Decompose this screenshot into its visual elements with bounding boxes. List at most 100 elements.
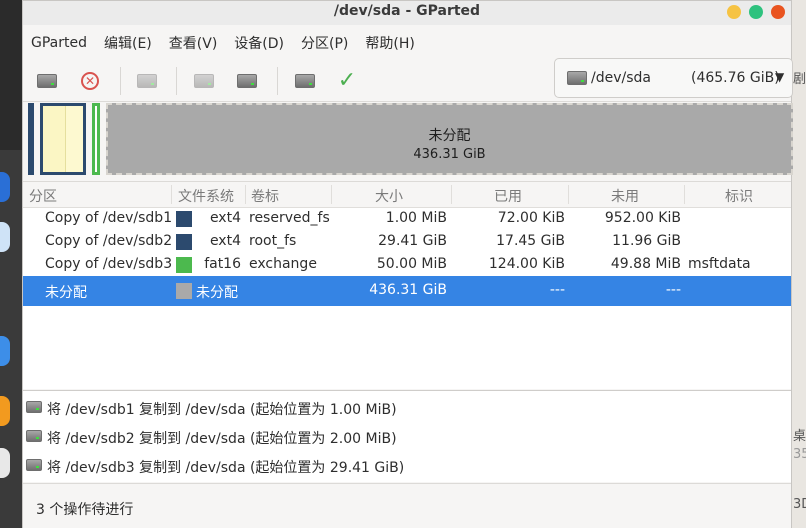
partition-flags: msftdata bbox=[688, 256, 751, 272]
column-separator bbox=[171, 185, 172, 204]
checkmark-icon: ✓ bbox=[337, 68, 357, 93]
partition-filesystem: 未分配 bbox=[196, 285, 238, 301]
list-item[interactable]: 将 /dev/sdb1 复制到 /dev/sda (起始位置为 1.00 MiB… bbox=[23, 393, 791, 422]
status-bar: 3 个操作待进行 bbox=[23, 483, 791, 528]
table-row-selected[interactable]: 未分配 未分配 436.31 GiB --- --- bbox=[23, 276, 791, 306]
partition-size: 50.00 MiB bbox=[376, 256, 447, 272]
maximize-button[interactable] bbox=[749, 5, 763, 19]
column-separator bbox=[684, 185, 685, 204]
disk-map-unallocated[interactable]: 未分配 436.31 GiB bbox=[106, 103, 793, 175]
new-partition-button[interactable] bbox=[35, 69, 59, 93]
pending-operations-status: 3 个操作待进行 bbox=[36, 502, 134, 518]
drive-icon bbox=[567, 71, 587, 85]
table-header: 分区 文件系统 卷标 大小 已用 未用 标识 bbox=[23, 182, 791, 208]
close-button[interactable] bbox=[771, 5, 785, 19]
column-header-used[interactable]: 已用 bbox=[494, 186, 522, 206]
window-title: /dev/sda - GParted bbox=[333, 3, 481, 19]
operation-text: 将 /dev/sdb2 复制到 /dev/sda (起始位置为 2.00 MiB… bbox=[47, 431, 397, 447]
partition-size: 1.00 MiB bbox=[385, 210, 447, 226]
partition-unused: --- bbox=[665, 282, 681, 298]
drive-icon bbox=[137, 74, 157, 88]
partition-label: exchange bbox=[249, 256, 317, 272]
dock-app-icon[interactable] bbox=[0, 222, 10, 252]
disk-map-used-area bbox=[43, 106, 66, 172]
disk-map: 未分配 436.31 GiB bbox=[26, 103, 793, 175]
menu-bar: GParted 编辑(E) 查看(V) 设备(D) 分区(P) 帮助(H) bbox=[23, 25, 791, 61]
drive-icon bbox=[295, 74, 315, 88]
column-separator bbox=[245, 185, 246, 204]
partition-table: 分区 文件系统 卷标 大小 已用 未用 标识 Copy of /dev/sdb1… bbox=[23, 181, 791, 389]
minimize-button[interactable] bbox=[727, 5, 741, 19]
apply-button[interactable]: ✓ bbox=[335, 69, 359, 93]
partition-used: 72.00 KiB bbox=[497, 210, 565, 226]
desktop-background: 剧 桌 35 3D bbox=[792, 0, 806, 528]
column-separator bbox=[451, 185, 452, 204]
partition-name: Copy of /dev/sdb2 bbox=[45, 233, 173, 249]
desktop-text-fragment: 剧 bbox=[793, 72, 806, 87]
drive-icon bbox=[37, 74, 57, 88]
column-separator bbox=[568, 185, 569, 204]
unallocated-size: 436.31 GiB bbox=[413, 147, 486, 162]
desktop-text-fragment: 桌 bbox=[793, 429, 806, 444]
paste-button[interactable] bbox=[235, 69, 259, 93]
device-selector[interactable]: /dev/sda (465.76 GiB) ▼ bbox=[554, 58, 793, 98]
partition-filesystem: ext4 bbox=[209, 210, 241, 226]
gparted-window: /dev/sda - GParted GParted 编辑(E) 查看(V) 设… bbox=[22, 0, 793, 528]
column-header-flags[interactable]: 标识 bbox=[725, 186, 753, 206]
filesystem-color-swatch bbox=[176, 234, 192, 250]
drive-icon bbox=[194, 74, 214, 88]
list-item[interactable]: 将 /dev/sdb3 复制到 /dev/sda (起始位置为 29.41 Gi… bbox=[23, 451, 791, 480]
partition-label: root_fs bbox=[249, 233, 297, 249]
partition-name: Copy of /dev/sdb3 bbox=[45, 256, 173, 272]
operation-text: 将 /dev/sdb1 复制到 /dev/sda (起始位置为 1.00 MiB… bbox=[47, 402, 397, 418]
partition-unused: 11.96 GiB bbox=[612, 233, 681, 249]
list-item[interactable]: 将 /dev/sdb2 复制到 /dev/sda (起始位置为 2.00 MiB… bbox=[23, 422, 791, 451]
dock-app-icon[interactable] bbox=[0, 336, 10, 366]
filesystem-color-swatch bbox=[176, 283, 192, 299]
chevron-down-icon: ▼ bbox=[775, 70, 785, 84]
desktop-text-fragment: 3D bbox=[793, 497, 806, 512]
dock-app-icon[interactable] bbox=[0, 172, 10, 202]
column-header-filesystem[interactable]: 文件系统 bbox=[178, 186, 234, 206]
drive-icon bbox=[237, 74, 257, 88]
resize-move-button[interactable] bbox=[135, 69, 159, 93]
dock-app-icon[interactable] bbox=[0, 396, 10, 426]
disk-map-partition-sdb1[interactable] bbox=[28, 103, 34, 175]
title-bar[interactable]: /dev/sda - GParted bbox=[23, 1, 791, 25]
partition-used: --- bbox=[549, 282, 565, 298]
column-header-partition[interactable]: 分区 bbox=[29, 186, 57, 206]
desktop-text-fragment: 35 bbox=[793, 447, 806, 462]
table-row[interactable]: Copy of /dev/sdb3 fat16 exchange 50.00 M… bbox=[23, 253, 791, 276]
disk-map-partition-sdb2[interactable] bbox=[40, 103, 86, 175]
filesystem-color-swatch bbox=[176, 257, 192, 273]
drive-icon bbox=[26, 459, 42, 471]
device-name: /dev/sda bbox=[591, 70, 651, 86]
table-row[interactable]: Copy of /dev/sdb1 ext4 reserved_fs 1.00 … bbox=[23, 207, 791, 230]
disk-map-partition-sdb3[interactable] bbox=[92, 103, 100, 175]
device-size: (465.76 GiB) bbox=[691, 70, 780, 86]
menu-device[interactable]: 设备(D) bbox=[228, 33, 290, 53]
menu-partition[interactable]: 分区(P) bbox=[295, 33, 354, 53]
delete-partition-button[interactable]: ✕ bbox=[78, 69, 102, 93]
table-row[interactable]: Copy of /dev/sdb2 ext4 root_fs 29.41 GiB… bbox=[23, 230, 791, 253]
menu-help[interactable]: 帮助(H) bbox=[359, 33, 420, 53]
drive-icon bbox=[26, 430, 42, 442]
partition-label: reserved_fs bbox=[249, 210, 330, 226]
copy-button[interactable] bbox=[192, 69, 216, 93]
partition-size: 29.41 GiB bbox=[378, 233, 447, 249]
dock-app-icon[interactable] bbox=[0, 448, 10, 478]
partition-unused: 49.88 MiB bbox=[610, 256, 681, 272]
column-header-unused[interactable]: 未用 bbox=[611, 186, 639, 206]
undo-button[interactable] bbox=[293, 69, 317, 93]
column-header-size[interactable]: 大小 bbox=[375, 186, 403, 206]
partition-filesystem: fat16 bbox=[204, 256, 241, 272]
toolbar-separator bbox=[277, 67, 278, 95]
column-header-label[interactable]: 卷标 bbox=[251, 186, 279, 206]
menu-view[interactable]: 查看(V) bbox=[163, 33, 224, 53]
unallocated-label: 未分配 bbox=[428, 128, 471, 144]
partition-used: 124.00 KiB bbox=[488, 256, 565, 272]
column-separator bbox=[331, 185, 332, 204]
drive-icon bbox=[26, 401, 42, 413]
menu-gparted[interactable]: GParted bbox=[25, 35, 93, 51]
menu-edit[interactable]: 编辑(E) bbox=[98, 33, 158, 53]
